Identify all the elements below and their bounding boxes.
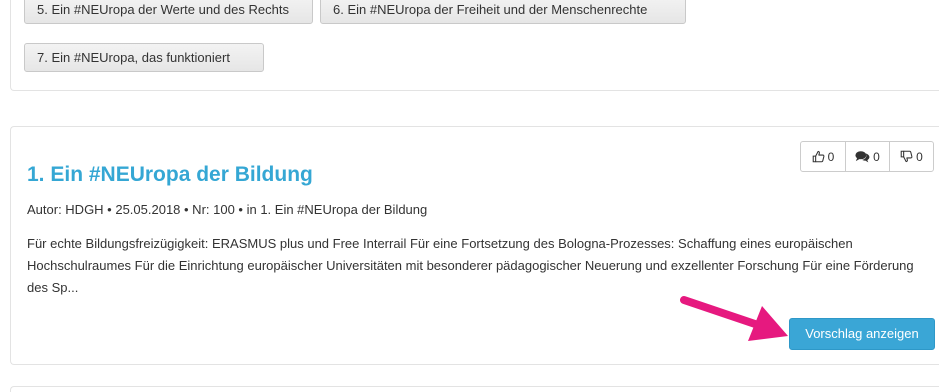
- proposal-excerpt: Für echte Bildungsfreizügigkeit: ERASMUS…: [27, 236, 914, 295]
- dislike-count: 0: [916, 149, 923, 164]
- category-button-5[interactable]: 5. Ein #NEUropa der Werte und des Rechts: [24, 0, 313, 24]
- next-proposal-card: [10, 386, 939, 392]
- like-counter[interactable]: 0: [801, 142, 845, 171]
- proposal-title-link[interactable]: 1. Ein #NEUropa der Bildung: [27, 163, 313, 187]
- dislike-counter[interactable]: 0: [889, 142, 933, 171]
- comment-count: 0: [873, 149, 880, 164]
- comment-counter[interactable]: 0: [845, 142, 889, 171]
- category-button-7[interactable]: 7. Ein #NEUropa, das funktioniert: [24, 43, 264, 72]
- page: 5. Ein #NEUropa der Werte und des Rechts…: [0, 0, 939, 392]
- category-button-6[interactable]: 6. Ein #NEUropa der Freiheit und der Men…: [320, 0, 686, 24]
- comments-icon: [855, 150, 870, 163]
- show-proposal-button[interactable]: Vorschlag anzeigen: [789, 318, 935, 350]
- thumbs-down-icon: [900, 150, 913, 163]
- proposal-meta: Autor: HDGH • 25.05.2018 • Nr: 100 • in …: [27, 202, 428, 217]
- category-filter-panel: 5. Ein #NEUropa der Werte und des Rechts…: [10, 0, 939, 91]
- thumbs-up-icon: [812, 150, 825, 163]
- proposal-card: 0 0 0 1. Ein #NEUropa der Bildung Autor:…: [10, 126, 939, 365]
- like-count: 0: [827, 149, 835, 164]
- proposal-counters: 0 0 0: [800, 141, 934, 172]
